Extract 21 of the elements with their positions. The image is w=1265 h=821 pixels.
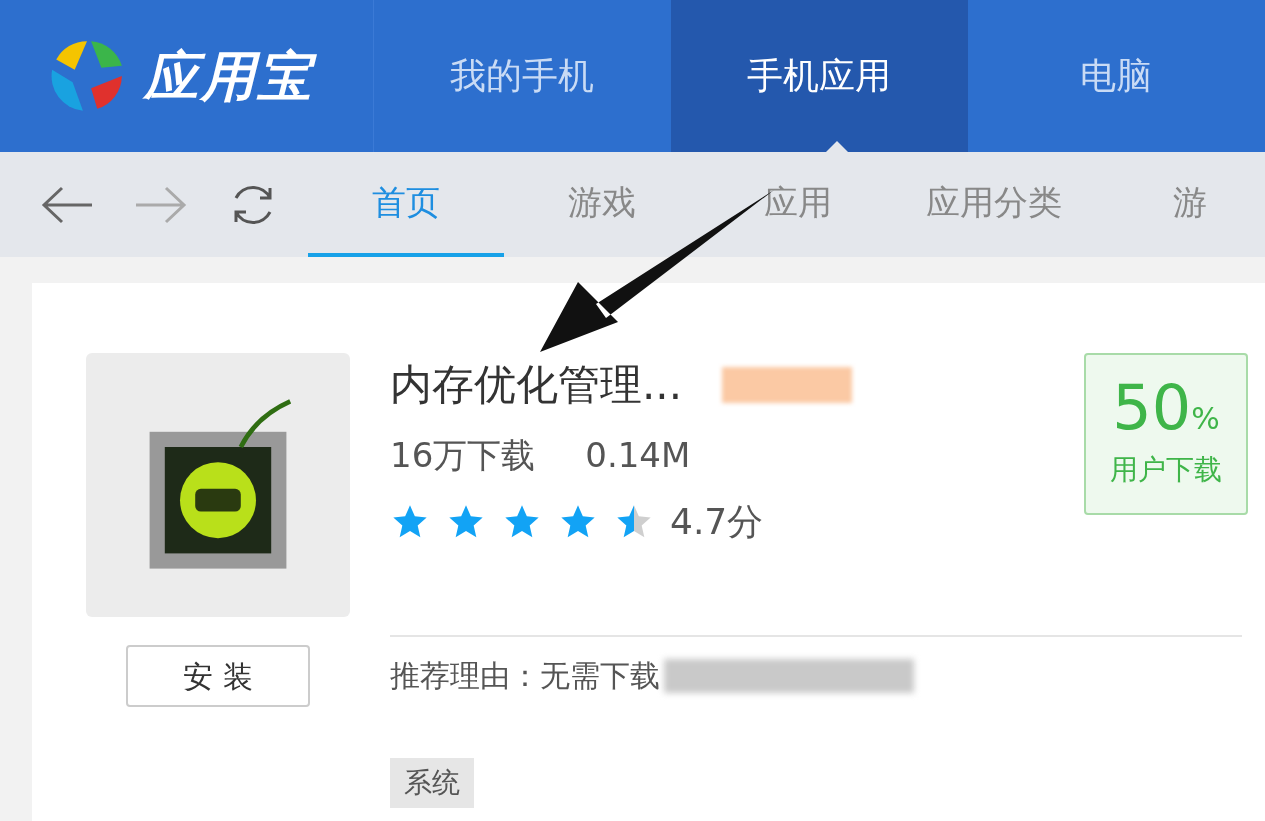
rating-score: 4.7分 [670,500,764,544]
nav-tab[interactable]: 游 [1092,152,1265,257]
app-size: 0.14M [585,434,691,477]
percent-value: 50 [1112,377,1192,439]
install-button[interactable]: 安 装 [126,645,310,707]
recommend-reason: 推荐理由：无需下载 [390,657,660,695]
header-tab[interactable]: 手机应用 [670,0,968,152]
nav-tab[interactable]: 应用 [700,152,896,257]
category-tag: 系统 [390,758,474,808]
percent-label: 用户下载 [1110,452,1222,488]
app-title: 内存优化管理... [390,359,683,411]
logo-text: 应用宝 [144,43,315,110]
app-icon [86,353,350,617]
header-tab[interactable]: 我的手机 [373,0,671,152]
back-arrow-icon[interactable] [40,184,94,225]
download-count: 16万下载 [390,434,536,477]
nav-tab[interactable]: 应用分类 [896,152,1092,257]
nav-tab[interactable]: 游戏 [504,152,700,257]
percent-sign: % [1191,400,1220,438]
header-tab[interactable]: 电脑 [967,0,1265,152]
nav-tab[interactable]: 首页 [308,152,504,257]
